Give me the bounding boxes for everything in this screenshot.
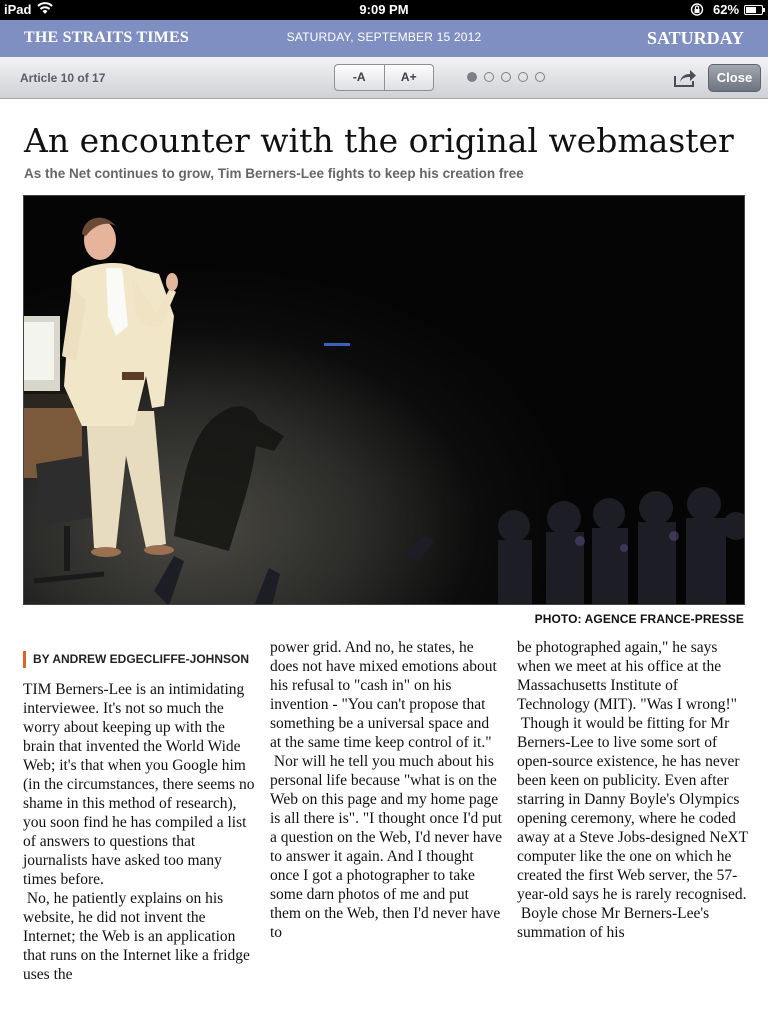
byline-accent-bar	[23, 651, 26, 668]
article-subhead: As the Net continues to grow, Tim Berner…	[24, 166, 524, 181]
page-dot[interactable]	[518, 72, 528, 82]
article-headline: An encounter with the original webmaster	[24, 121, 734, 160]
page-dot[interactable]	[467, 72, 477, 82]
page-dot[interactable]	[535, 72, 545, 82]
article-counter: Article 10 of 17	[20, 71, 106, 85]
page-dot[interactable]	[484, 72, 494, 82]
photo-credit: PHOTO: AGENCE FRANCE-PRESSE	[534, 612, 744, 626]
masthead: THE STRAITS TIMES SATURDAY, SEPTEMBER 15…	[0, 20, 768, 57]
rotation-lock-icon	[690, 3, 704, 16]
status-bar: iPad 9:09 PM 62%	[0, 0, 768, 20]
paragraph: No, he patiently explains on his website…	[23, 890, 250, 983]
article-photo[interactable]	[23, 195, 745, 605]
page-dot[interactable]	[501, 72, 511, 82]
paragraph: power grid. And no, he states, he does n…	[270, 639, 497, 751]
increase-font-button[interactable]: A+	[383, 65, 434, 90]
font-size-controls: -A A+	[334, 64, 434, 91]
byline: BY ANDREW EDGECLIFFE-JOHNSON	[23, 650, 255, 669]
paragraph: Nor will he tell you much about his pers…	[270, 753, 502, 941]
paragraph: Though it would be fitting for Mr Berner…	[517, 715, 748, 903]
paragraph: be photographed again," he says when we …	[517, 639, 737, 713]
decrease-font-button[interactable]: -A	[335, 65, 384, 90]
page-indicator[interactable]	[467, 72, 545, 82]
paragraph: TIM Berners-Lee is an intimidating inter…	[23, 681, 255, 888]
reader-toolbar: Article 10 of 17 -A A+ Close	[0, 57, 768, 99]
paragraph: Boyle chose Mr Berners-Lee's summation o…	[517, 905, 710, 941]
article-column-3: be photographed again," he says when we …	[517, 638, 749, 942]
article-column-1: BY ANDREW EDGECLIFFE-JOHNSON TIM Berners…	[23, 638, 255, 984]
share-icon[interactable]	[673, 68, 697, 88]
clock: 9:09 PM	[359, 2, 409, 17]
close-button[interactable]: Close	[708, 64, 761, 92]
battery-icon	[744, 5, 765, 15]
edition-day: SATURDAY	[646, 28, 744, 48]
author-name: BY ANDREW EDGECLIFFE-JOHNSON	[33, 652, 250, 666]
battery-percent: 62%	[713, 2, 740, 17]
article-column-2: power grid. And no, he states, he does n…	[270, 638, 502, 942]
